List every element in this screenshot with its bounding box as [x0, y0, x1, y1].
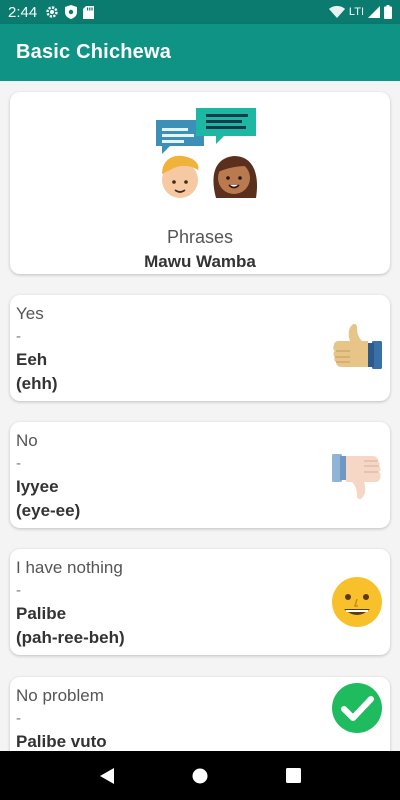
status-bar: 2:44 LTI [0, 0, 400, 24]
signal-icon [368, 6, 380, 18]
conversation-people-icon [156, 108, 258, 198]
phrase-card-yes[interactable]: Yes - Eeh (ehh) [10, 295, 390, 401]
battery-icon [384, 5, 392, 19]
gear-icon [46, 6, 58, 18]
phrase-english: I have nothing [16, 558, 123, 577]
category-header-card: Phrases Mawu Wamba [10, 92, 390, 274]
phrase-pronunciation: (eye-ee) [16, 501, 81, 520]
recents-button[interactable] [273, 756, 313, 796]
phrase-separator: - [16, 328, 21, 345]
phrase-english: Yes [16, 304, 44, 323]
thumbs-down-icon [332, 454, 381, 500]
phrase-pronunciation: (ehh) [16, 374, 58, 393]
phrase-text: No - Iyyee (eye-ee) [16, 429, 316, 523]
home-button[interactable] [180, 756, 220, 796]
category-title: Phrases [166, 227, 234, 247]
category-title-chichewa: Mawu Wamba [144, 252, 256, 271]
shield-icon [65, 5, 78, 19]
phrase-card-no[interactable]: No - Iyyee (eye-ee) [10, 422, 390, 528]
phrase-text: Yes - Eeh (ehh) [16, 302, 316, 396]
phrase-chichewa: Iyyee [16, 477, 59, 496]
recents-icon [285, 768, 301, 783]
phrase-list[interactable]: Phrases Mawu Wamba Yes - Eeh (ehh) No - … [0, 81, 400, 751]
phrase-separator: - [16, 710, 21, 727]
phrase-english: No [16, 431, 38, 450]
phrase-text: No problem - Palibe vuto [16, 684, 316, 751]
phrase-pronunciation: (pah-ree-beh) [16, 628, 125, 647]
phrase-card-i-have-nothing[interactable]: I have nothing - Palibe (pah-ree-beh) [10, 549, 390, 655]
app-title: Basic Chichewa [16, 41, 172, 63]
phrase-chichewa: Palibe vuto [16, 732, 107, 751]
status-time: 2:44 [8, 3, 38, 21]
wifi-icon [328, 6, 345, 18]
thumbs-up-icon [333, 323, 382, 369]
phrase-chichewa: Eeh [16, 350, 48, 369]
back-button[interactable] [87, 756, 127, 796]
phrase-separator: - [16, 582, 21, 599]
sd-card-icon [83, 5, 95, 19]
back-icon [99, 767, 114, 784]
home-icon [192, 768, 208, 783]
status-notification-icons [45, 5, 95, 19]
system-nav-bar [0, 751, 400, 800]
app-bar: Basic Chichewa [0, 24, 400, 81]
smiley-face-icon [332, 577, 382, 627]
phrase-card-no-problem[interactable]: No problem - Palibe vuto [10, 677, 390, 751]
phrase-chichewa: Palibe [16, 604, 67, 623]
phrase-separator: - [16, 455, 21, 472]
network-type-label: LTI [348, 6, 364, 18]
phrase-text: I have nothing - Palibe (pah-ree-beh) [16, 556, 316, 650]
check-circle-icon [332, 683, 382, 733]
status-system-icons: LTI [328, 5, 392, 19]
phrase-english: No problem [16, 686, 104, 705]
